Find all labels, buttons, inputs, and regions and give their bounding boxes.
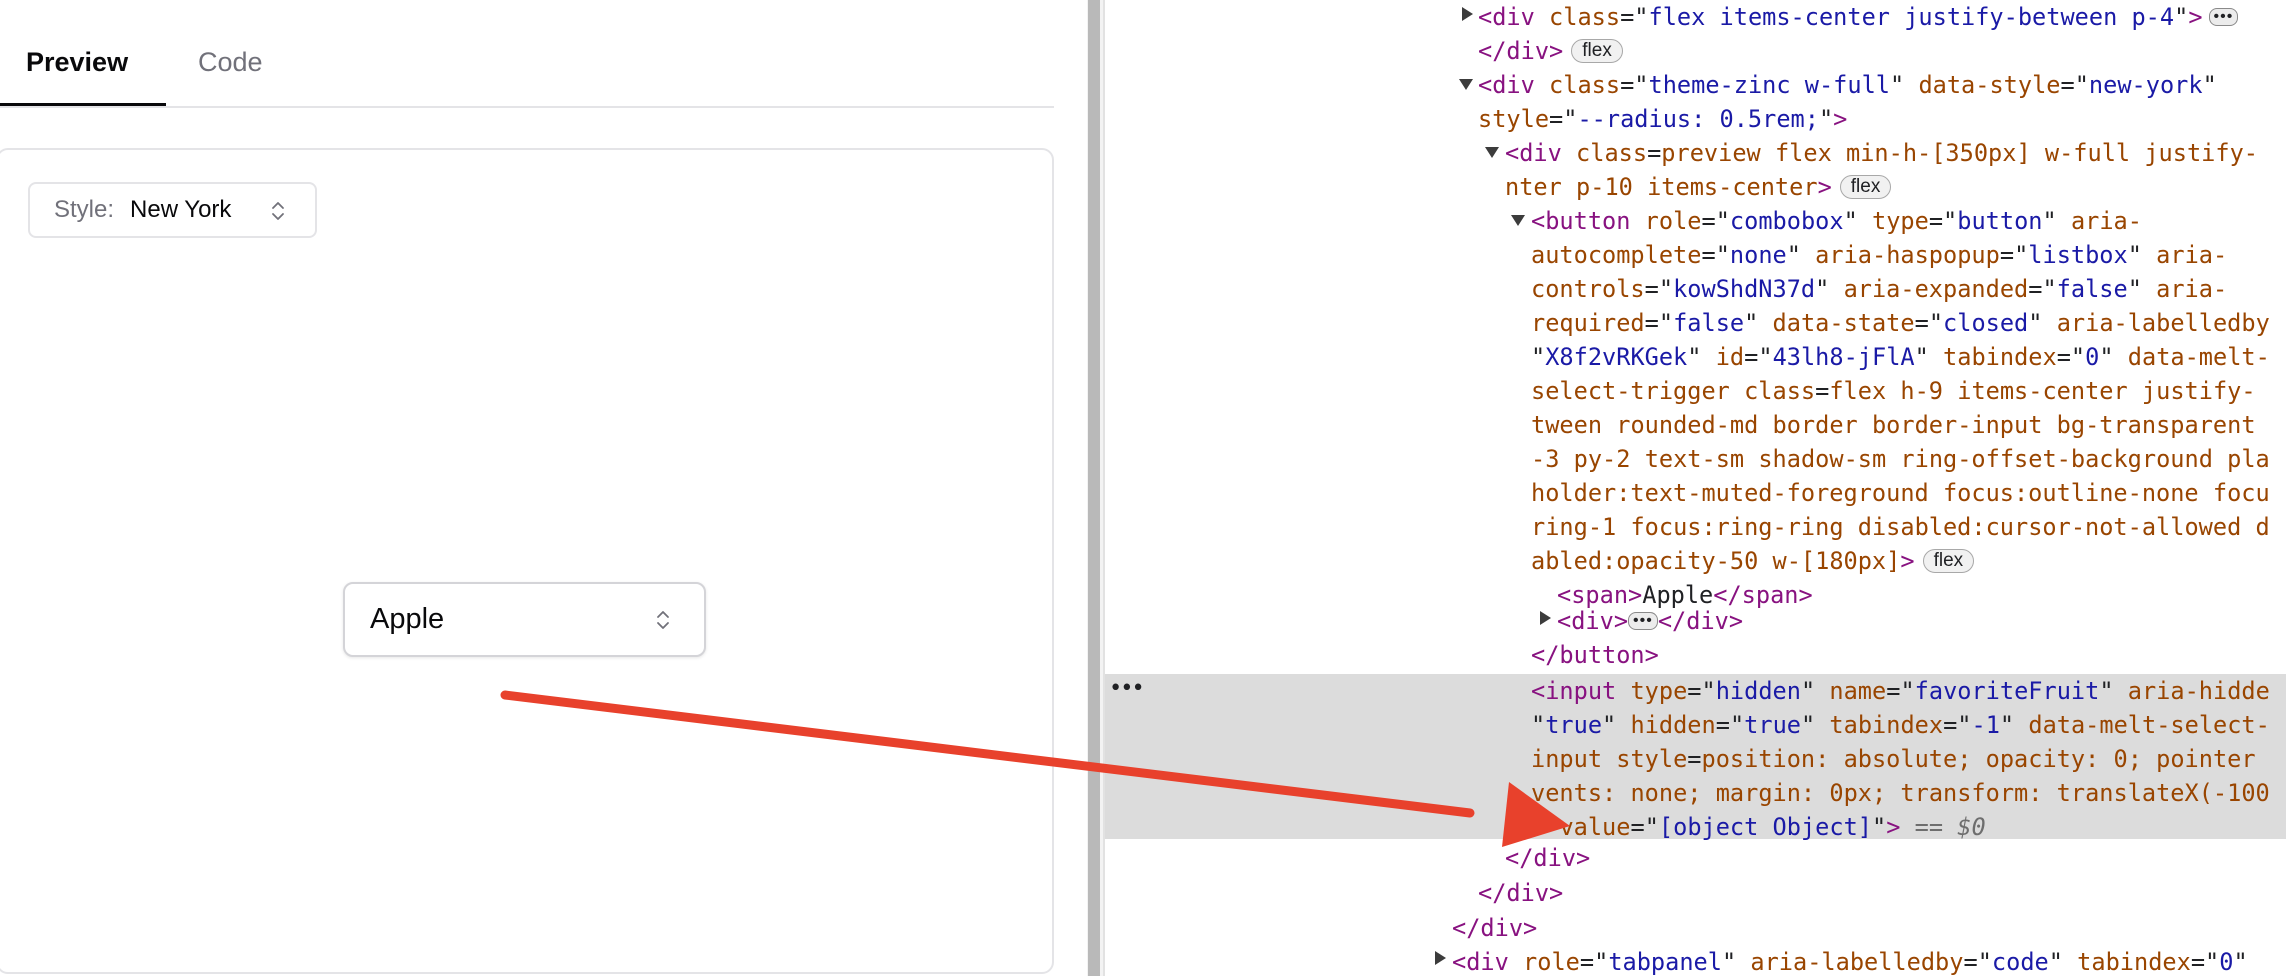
chevron-up-down-icon [657,611,669,629]
collapse-triangle-icon[interactable] [1511,215,1525,226]
style-select-label: Style: [54,196,115,223]
dom-line[interactable]: -3 py-2 text-sm shadow-sm ring-offset-ba… [1531,442,2270,476]
dom-line[interactable]: vents: none; margin: 0px; transform: tra… [1531,776,2270,810]
node-actions-ellipsis[interactable]: ••• [1109,676,1145,701]
preview-pane: Preview Code Style: New York Apple [0,0,1087,976]
flex-badge: flex [1922,548,1975,573]
dom-line[interactable]: tween rounded-md border border-input bg-… [1531,408,2256,442]
dom-line[interactable]: nter p-10 items-center> flex [1505,170,1892,204]
collapsed-children-badge: ••• [2208,7,2239,26]
dom-line[interactable]: "true" hidden="true" tabindex="-1" data-… [1531,708,2270,742]
dom-line[interactable]: select-trigger class=flex h-9 items-cent… [1531,374,2256,408]
preview-card [0,148,1054,974]
dom-line[interactable]: </div> [1478,876,1563,910]
dom-line[interactable]: holder:text-muted-foreground focus:outli… [1531,476,2270,510]
tabs-divider [0,106,1054,108]
dom-line[interactable]: abled:opacity-50 w-[180px]> flex [1531,544,1975,578]
splitter-handle[interactable] [1088,0,1100,976]
dom-line[interactable]: input style=position: absolute; opacity:… [1531,742,2256,776]
dom-line[interactable]: <div class=preview flex min-h-[350px] w-… [1505,136,2258,170]
expand-triangle-icon[interactable] [1462,7,1473,21]
tab-code[interactable]: Code [198,44,263,106]
dom-line[interactable]: <div> ••• </div> [1557,604,1743,638]
collapsed-children-badge: ••• [1628,611,1658,630]
chevron-up-down-icon [272,202,284,220]
expand-triangle-icon[interactable] [1540,611,1551,625]
dom-line[interactable]: " value="[object Object]"> == $0 [1531,810,1986,844]
dom-line[interactable]: <div class="theme-zinc w-full" data-styl… [1478,68,2217,102]
dom-line[interactable]: "X8f2vRKGek" id="43lh8-jFlA" tabindex="0… [1531,340,2270,374]
dom-line[interactable]: required="false" data-state="closed" ari… [1531,306,2270,340]
style-select-value: New York [130,196,232,223]
dom-line[interactable]: <input type="hidden" name="favoriteFruit… [1531,674,2270,708]
flex-badge: flex [1839,174,1892,199]
dom-line[interactable]: <button role="combobox" type="button" ar… [1531,204,2142,238]
dom-line[interactable]: <div role="tabpanel" aria-labelledby="co… [1452,945,2248,976]
fruit-select-combobox[interactable]: Apple [343,582,706,657]
tab-preview[interactable]: Preview [26,44,128,106]
collapse-triangle-icon[interactable] [1485,147,1499,158]
dom-line[interactable]: </div> [1505,841,1590,875]
dom-line[interactable]: </div> [1452,911,1537,945]
style-select[interactable]: Style: New York [28,182,317,238]
dom-line[interactable]: </button> [1531,638,1659,672]
dom-line[interactable]: autocomplete="none" aria-haspopup="listb… [1531,238,2227,272]
fruit-select-value: Apple [370,603,445,635]
collapse-triangle-icon[interactable] [1459,79,1473,90]
dom-line[interactable]: controls="kowShdN37d" aria-expanded="fal… [1531,272,2227,306]
devtools-elements-panel: ••• <div class="flex items-center justif… [1105,0,2286,976]
dom-line[interactable]: ring-1 focus:ring-ring disabled:cursor-n… [1531,510,2270,544]
dom-line[interactable]: <div class="flex items-center justify-be… [1478,0,2239,34]
flex-badge: flex [1571,38,1623,63]
expand-triangle-icon[interactable] [1435,951,1446,965]
dom-line[interactable]: style="--radius: 0.5rem;"> [1478,102,1847,136]
dom-line[interactable]: </div> flex [1478,34,1623,68]
